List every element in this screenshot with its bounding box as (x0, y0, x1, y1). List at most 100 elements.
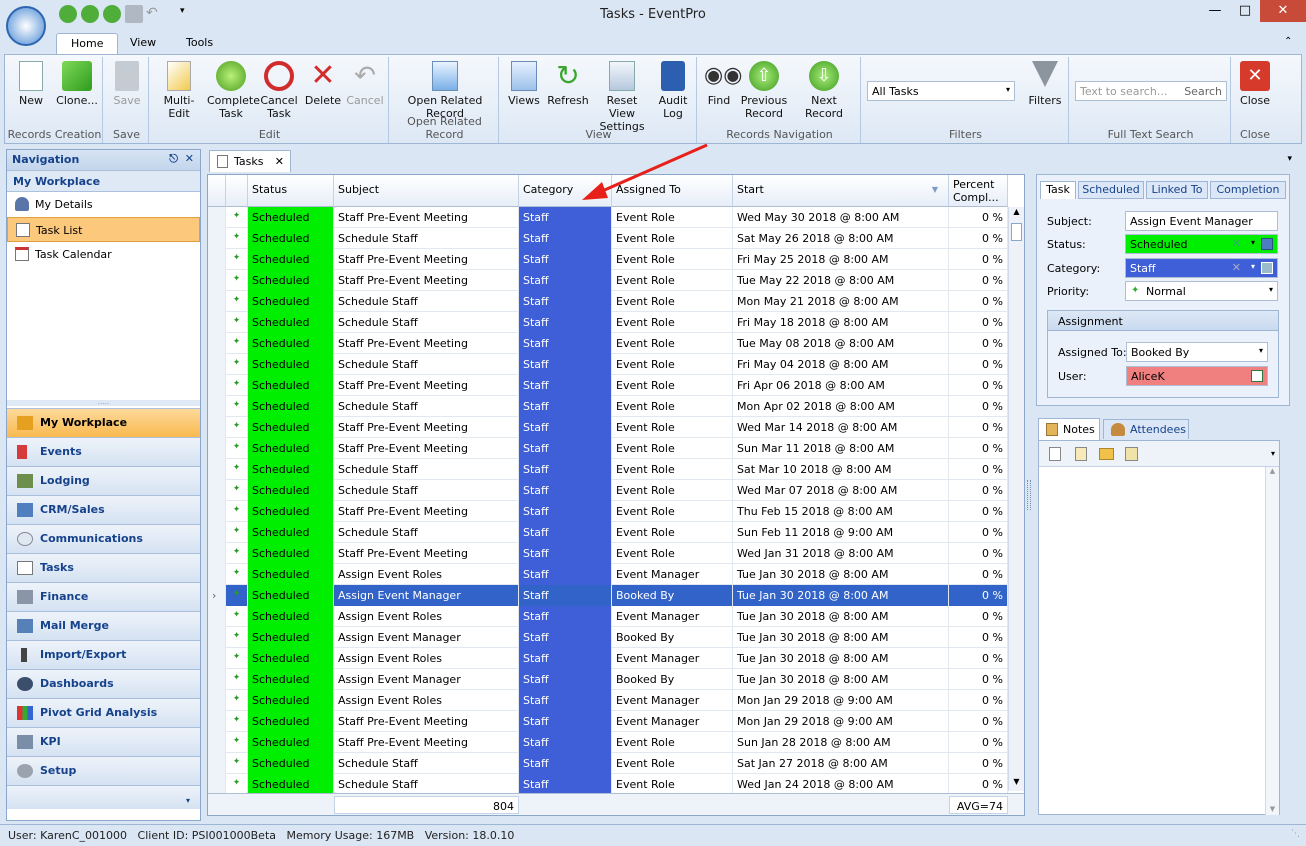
cell-subject[interactable]: Staff Pre-Event Meeting (334, 333, 519, 354)
filters-button[interactable]: Filters (1025, 61, 1065, 107)
cell-status[interactable]: Scheduled (248, 732, 334, 753)
row-indicator[interactable] (208, 564, 226, 585)
table-row[interactable]: ✦ Scheduled Schedule Staff Staff Event Role F… (208, 312, 1008, 333)
cell-percent[interactable]: 0 % (949, 438, 1008, 459)
cell-start[interactable]: Tue Jan 30 2018 @ 8:00 AM (733, 669, 949, 690)
cell-category[interactable]: Staff (519, 711, 612, 732)
cell-assigned-to[interactable]: Event Role (612, 417, 733, 438)
cell-subject[interactable]: Schedule Staff (334, 459, 519, 480)
cell-status[interactable]: Scheduled (248, 606, 334, 627)
nav-section-setup[interactable]: Setup (7, 756, 200, 785)
cell-subject[interactable]: Staff Pre-Event Meeting (334, 543, 519, 564)
cell-start[interactable]: Tue Jan 30 2018 @ 8:00 AM (733, 648, 949, 669)
column-header-percent-complete[interactable]: Percent Compl... (949, 175, 1008, 207)
cell-start[interactable]: Mon May 21 2018 @ 8:00 AM (733, 291, 949, 312)
cell-subject[interactable]: Staff Pre-Event Meeting (334, 249, 519, 270)
cell-status[interactable]: Scheduled (248, 690, 334, 711)
cell-start[interactable]: Wed Mar 14 2018 @ 8:00 AM (733, 417, 949, 438)
cell-start[interactable]: Mon Apr 02 2018 @ 8:00 AM (733, 396, 949, 417)
window-close-button[interactable]: ✕ (1260, 0, 1306, 22)
cell-percent[interactable]: 0 % (949, 501, 1008, 522)
table-row[interactable]: ✦ Scheduled Assign Event Manager Staff Booke… (208, 627, 1008, 648)
cell-start[interactable]: Tue Jan 30 2018 @ 8:00 AM (733, 627, 949, 648)
chevron-down-icon[interactable]: ▾ (1251, 262, 1255, 271)
cell-assigned-to[interactable]: Event Role (612, 207, 733, 228)
cell-subject[interactable]: Staff Pre-Event Meeting (334, 417, 519, 438)
new-button[interactable]: New (11, 61, 51, 107)
cell-percent[interactable]: 0 % (949, 480, 1008, 501)
cell-category[interactable]: Staff (519, 354, 612, 375)
cell-status[interactable]: Scheduled (248, 207, 334, 228)
previous-record-button[interactable]: ⇧ Previous Record (739, 61, 789, 120)
new-note-icon[interactable] (1049, 447, 1061, 461)
cell-percent[interactable]: 0 % (949, 543, 1008, 564)
cell-assigned-to[interactable]: Event Role (612, 732, 733, 753)
cell-subject[interactable]: Staff Pre-Event Meeting (334, 375, 519, 396)
cell-category[interactable]: Staff (519, 501, 612, 522)
cell-assigned-to[interactable]: Event Manager (612, 564, 733, 585)
cell-assigned-to[interactable]: Event Role (612, 480, 733, 501)
cell-assigned-to[interactable]: Event Role (612, 522, 733, 543)
cell-start[interactable]: Tue Jan 30 2018 @ 8:00 AM (733, 564, 949, 585)
cell-start[interactable]: Fri Apr 06 2018 @ 8:00 AM (733, 375, 949, 396)
cell-status[interactable]: Scheduled (248, 753, 334, 774)
cell-assigned-to[interactable]: Event Role (612, 543, 733, 564)
cell-percent[interactable]: 0 % (949, 312, 1008, 333)
lookup-icon[interactable] (1261, 262, 1273, 274)
assigned-to-select[interactable]: Booked By ▾ (1126, 342, 1268, 362)
cell-status[interactable]: Scheduled (248, 711, 334, 732)
row-indicator[interactable] (208, 207, 226, 228)
cell-assigned-to[interactable]: Event Manager (612, 690, 733, 711)
cell-percent[interactable]: 0 % (949, 753, 1008, 774)
nav-section-kpi[interactable]: KPI (7, 727, 200, 756)
cell-assigned-to[interactable]: Event Role (612, 333, 733, 354)
cell-subject[interactable]: Staff Pre-Event Meeting (334, 270, 519, 291)
cell-status[interactable]: Scheduled (248, 627, 334, 648)
row-indicator[interactable] (208, 606, 226, 627)
nav-item-task-calendar[interactable]: Task Calendar (7, 242, 200, 267)
cell-category[interactable]: Staff (519, 564, 612, 585)
nav-section-mail-merge[interactable]: Mail Merge (7, 611, 200, 640)
cell-subject[interactable]: Schedule Staff (334, 396, 519, 417)
cell-subject[interactable]: Schedule Staff (334, 480, 519, 501)
cell-assigned-to[interactable]: Booked By (612, 627, 733, 648)
cell-percent[interactable]: 0 % (949, 270, 1008, 291)
scroll-up-icon[interactable]: ▲ (1009, 207, 1024, 221)
cell-status[interactable]: Scheduled (248, 564, 334, 585)
cell-percent[interactable]: 0 % (949, 711, 1008, 732)
table-row[interactable]: › ✦ Scheduled Assign Event Manager Staff Book… (208, 585, 1008, 606)
table-row[interactable]: ✦ Scheduled Staff Pre-Event Meeting Staff Ev… (208, 207, 1008, 228)
cell-status[interactable]: Scheduled (248, 291, 334, 312)
row-indicator[interactable] (208, 354, 226, 375)
reset-view-button[interactable]: Reset View Settings (593, 61, 651, 133)
tab-tools[interactable]: Tools (172, 33, 227, 54)
table-row[interactable]: ✦ Scheduled Assign Event Roles Staff Event M… (208, 606, 1008, 627)
cell-start[interactable]: Wed Jan 31 2018 @ 8:00 AM (733, 543, 949, 564)
tab-view[interactable]: View (116, 33, 170, 54)
scroll-thumb[interactable] (1011, 223, 1022, 241)
clear-icon[interactable]: ✕ (1232, 261, 1241, 274)
cell-percent[interactable]: 0 % (949, 228, 1008, 249)
views-button[interactable]: Views (505, 61, 543, 107)
chevron-down-icon[interactable]: ▾ (1251, 238, 1255, 247)
cell-assigned-to[interactable]: Event Role (612, 459, 733, 480)
cell-category[interactable]: Staff (519, 249, 612, 270)
table-row[interactable]: ✦ Scheduled Assign Event Manager Staff Booke… (208, 669, 1008, 690)
table-row[interactable]: ✦ Scheduled Schedule Staff Staff Event Role W… (208, 480, 1008, 501)
cell-percent[interactable]: 0 % (949, 249, 1008, 270)
nav-overflow[interactable]: ▾ (7, 785, 200, 809)
table-row[interactable]: ✦ Scheduled Staff Pre-Event Meeting Staff Ev… (208, 333, 1008, 354)
cell-status[interactable]: Scheduled (248, 249, 334, 270)
cell-start[interactable]: Mon Jan 29 2018 @ 9:00 AM (733, 711, 949, 732)
app-logo[interactable] (6, 6, 46, 46)
cell-status[interactable]: Scheduled (248, 459, 334, 480)
row-indicator[interactable] (208, 270, 226, 291)
priority-select[interactable]: ✦ Normal ▾ (1125, 281, 1278, 301)
row-indicator[interactable] (208, 522, 226, 543)
cell-subject[interactable]: Schedule Staff (334, 312, 519, 333)
cell-percent[interactable]: 0 % (949, 333, 1008, 354)
cell-subject[interactable]: Staff Pre-Event Meeting (334, 711, 519, 732)
table-row[interactable]: ✦ Scheduled Schedule Staff Staff Event Role S… (208, 753, 1008, 774)
edit-note-icon[interactable] (1075, 447, 1087, 461)
cell-assigned-to[interactable]: Event Role (612, 375, 733, 396)
